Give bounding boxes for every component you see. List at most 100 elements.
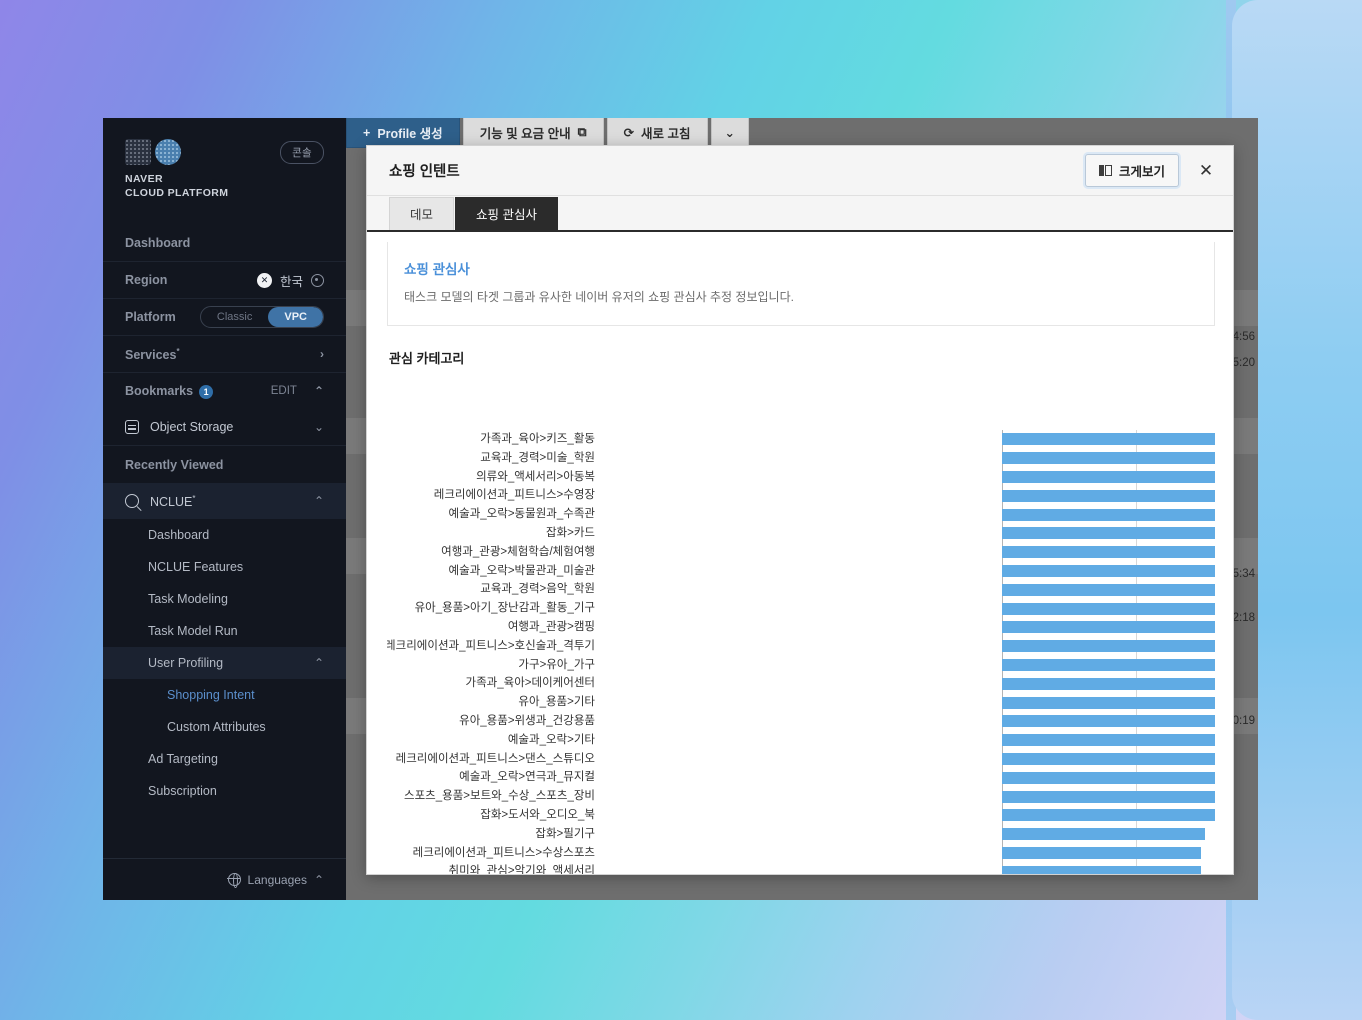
languages-label: Languages <box>247 872 307 887</box>
sidebar-item-shopping-intent[interactable]: Shopping Intent <box>103 679 346 711</box>
chevron-up-icon-user-profiling[interactable]: ⌃ <box>314 657 324 669</box>
platform-option-classic[interactable]: Classic <box>201 307 268 327</box>
chart-bar[interactable] <box>1002 752 1215 765</box>
chart-bar-track <box>1002 637 1215 656</box>
bookmarks-count-badge: 1 <box>199 384 214 399</box>
sidebar-item-custom-attributes[interactable]: Custom Attributes <box>103 711 346 743</box>
sidebar-item-user-profiling[interactable]: User Profiling ⌃ <box>103 647 346 680</box>
chevron-down-icon[interactable]: ⌄ <box>314 421 324 433</box>
chart-bar[interactable] <box>1002 696 1215 709</box>
chart-bar[interactable] <box>1002 734 1215 747</box>
create-profile-button[interactable]: + Profile 생성 <box>346 118 460 148</box>
brand-line-2: CLOUD PLATFORM <box>125 187 229 200</box>
guide-label: 기능 및 요금 안내 <box>479 127 571 141</box>
chart-bar-track <box>1002 768 1215 787</box>
chart-row: 예술과_오락>연극과_뮤지컬 <box>387 768 1215 787</box>
sidebar-language-selector[interactable]: Languages ⌃ <box>103 858 346 900</box>
chart-bar[interactable] <box>1002 809 1215 822</box>
guide-button[interactable]: 기능 및 요금 안내 ⧉ <box>462 118 604 148</box>
chart-category-label: 가족과_육아>데이케어센터 <box>465 677 596 690</box>
chart-bar-track <box>1002 486 1215 505</box>
close-icon[interactable]: ✕ <box>1193 158 1219 184</box>
modal-tabs: 데모 쇼핑 관심사 <box>367 196 1233 232</box>
chart-bar-track <box>1002 449 1215 468</box>
chart-bar-track <box>1002 505 1215 524</box>
sidebar-item-task-model-run[interactable]: Task Model Run <box>103 615 346 647</box>
chart-category-label: 유아_용품>위생과_건강용품 <box>459 714 595 727</box>
brand-line-1: NAVER <box>125 173 163 185</box>
chevron-up-icon-nclue[interactable]: ⌃ <box>314 495 324 507</box>
toolbar-more-button[interactable]: ⌄ <box>710 118 749 148</box>
services-label: Services* <box>125 346 180 362</box>
tab-shopping-interests[interactable]: 쇼핑 관심사 <box>455 197 558 230</box>
sidebar-item-task-modeling[interactable]: Task Modeling <box>103 583 346 615</box>
globe-icon <box>227 872 241 888</box>
chart-bar[interactable] <box>1002 452 1215 465</box>
chevron-down-icon-toolbar: ⌄ <box>724 126 735 140</box>
chart-bar[interactable] <box>1002 790 1215 803</box>
user-profiling-label: User Profiling <box>148 656 224 671</box>
background-timestamp-2: 5:20 <box>1232 357 1255 369</box>
sidebar-item-dashboard-top[interactable]: Dashboard <box>103 224 346 261</box>
bookmarks-edit-link[interactable]: EDIT <box>271 385 297 397</box>
chart-category-label: 레크리에이션과_피트니스>수상스포츠 <box>412 846 595 859</box>
chart-bar[interactable] <box>1002 602 1215 615</box>
chart-category-label: 교육과_경력>미술_학원 <box>480 451 595 464</box>
chart-bar[interactable] <box>1002 527 1215 540</box>
enlarge-button[interactable]: 크게보기 <box>1084 154 1179 187</box>
chart-bar[interactable] <box>1002 564 1215 577</box>
sidebar-item-object-storage[interactable]: Object Storage ⌄ <box>103 409 346 445</box>
sidebar-bookmarks-row[interactable]: Bookmarks 1 EDIT ⌃ <box>103 372 346 409</box>
chart-row: 여행과_관광>캠핑 <box>387 618 1215 637</box>
sidebar-recently-viewed-label: Recently Viewed <box>125 457 224 472</box>
chart-bar[interactable] <box>1002 771 1215 784</box>
chevron-right-icon: › <box>320 347 324 362</box>
chart-bar[interactable] <box>1002 508 1215 521</box>
refresh-button[interactable]: ⟳ 새로 고침 <box>606 118 708 148</box>
chart-bar[interactable] <box>1002 846 1201 859</box>
chart-bar[interactable] <box>1002 828 1206 841</box>
chart-bar[interactable] <box>1002 583 1215 596</box>
sidebar-item-dashboard[interactable]: Dashboard <box>103 519 346 551</box>
tab-demo[interactable]: 데모 <box>389 197 455 230</box>
background-timestamp-5: 0:19 <box>1232 715 1255 727</box>
chart-bar[interactable] <box>1002 621 1215 634</box>
sidebar-item-nclue-features[interactable]: NCLUE Features <box>103 551 346 583</box>
chart-bar[interactable] <box>1002 546 1215 559</box>
chart-bar-track <box>1002 674 1215 693</box>
chart-row: 잡화>카드 <box>387 524 1215 543</box>
platform-toggle[interactable]: Classic VPC <box>199 306 324 329</box>
interest-category-chart: 가족과_육아>키즈_활동 교육과_경력>미술_학원 의류와_액세서리>아동복 레크리에… <box>387 430 1215 874</box>
chart-bar[interactable] <box>1002 640 1215 653</box>
chart-bar[interactable] <box>1002 677 1215 690</box>
sidebar-item-ad-targeting[interactable]: Ad Targeting <box>103 743 346 775</box>
chart-bar[interactable] <box>1002 658 1215 671</box>
sidebar-item-services[interactable]: Services* › <box>103 335 346 372</box>
chart-category-label: 레크리에이션과_피트니스>호신술과_격투기 <box>387 639 595 652</box>
sidebar-item-nclue[interactable]: NCLUE* ⌃ <box>103 483 346 520</box>
sidebar-region-row[interactable]: Region ✕ 한국 <box>103 261 346 298</box>
logo-circle-icon <box>155 139 181 165</box>
chart-bar[interactable] <box>1002 489 1215 502</box>
chart-bar[interactable] <box>1002 470 1215 483</box>
chart-row: 유아_용품>위생과_건강용품 <box>387 712 1215 731</box>
chart-bar[interactable] <box>1002 715 1215 728</box>
gear-icon[interactable] <box>311 273 324 287</box>
chart-category-label: 가구>유아_가구 <box>518 658 595 671</box>
chart-bar-track <box>1002 543 1215 562</box>
platform-option-vpc[interactable]: VPC <box>268 307 323 328</box>
chevron-up-icon[interactable]: ⌃ <box>314 385 324 397</box>
chart-bar-track <box>1002 618 1215 637</box>
sidebar-item-subscription[interactable]: Subscription <box>103 775 346 807</box>
console-badge[interactable]: 콘솔 <box>280 140 324 164</box>
chart-row: 가구>유아_가구 <box>387 656 1215 675</box>
chart-bar-track <box>1002 599 1215 618</box>
chart-row: 레크리에이션과_피트니스>호신술과_격투기 <box>387 637 1215 656</box>
chart-bar[interactable] <box>1002 865 1201 874</box>
chart-bar[interactable] <box>1002 433 1215 446</box>
chart-bar-track <box>1002 862 1215 874</box>
enlarge-icon <box>1098 164 1112 177</box>
refresh-label: 새로 고침 <box>641 127 691 141</box>
chart-category-label: 교육과_경력>음악_학원 <box>480 583 595 596</box>
background-timestamp-1: 4:56 <box>1232 331 1255 343</box>
